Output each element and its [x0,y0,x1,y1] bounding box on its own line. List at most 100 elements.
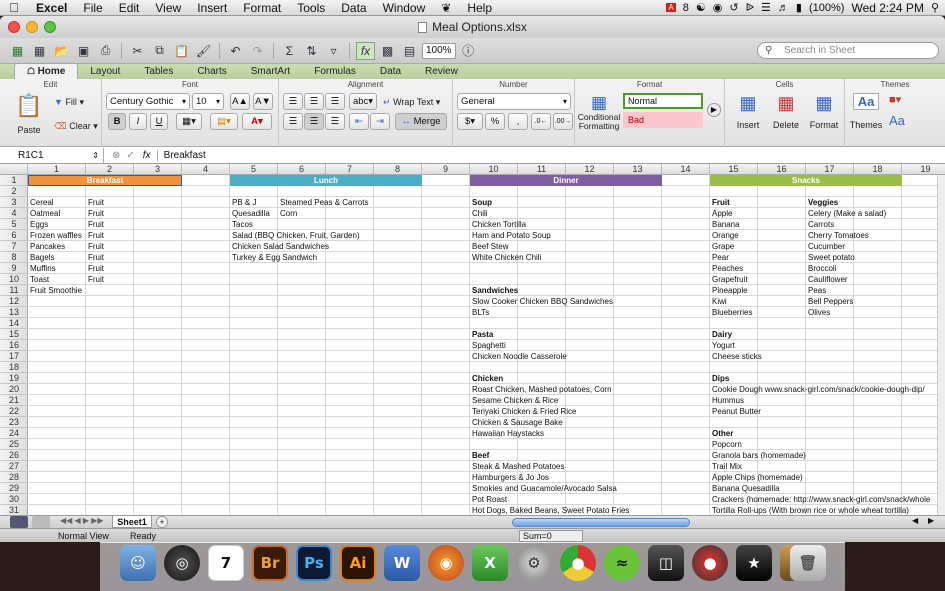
row-header[interactable]: 21 [0,395,28,406]
styles-next-icon[interactable]: ▶ [707,103,721,117]
copy-icon[interactable]: ⧉ [150,42,169,60]
gallery-icon[interactable]: ▩ [378,42,397,60]
snack-item[interactable]: Kiwi [710,296,727,307]
snack-item[interactable]: Banana [710,219,740,230]
illustrator-icon[interactable]: Ai [340,545,376,581]
column-header[interactable]: 3 [134,164,182,175]
breakfast-side[interactable]: Fruit [86,197,104,208]
dinner-item[interactable]: Chicken Noodle Casserole [470,351,567,362]
snack-category[interactable]: Dairy [710,329,732,340]
row-header[interactable]: 12 [0,296,28,307]
dinner-item[interactable]: Slow Cooker Chicken BBQ Sandwiches [470,296,613,307]
dinner-item[interactable]: Spaghetti [470,340,506,351]
dinner-item[interactable]: Chili [470,208,488,219]
snack-item[interactable]: Tortilla Roll-ups (With brown rice or wh… [710,505,909,515]
column-header[interactable]: 8 [374,164,422,175]
cancel-icon[interactable]: ⊗ [112,150,120,161]
fill-color-icon[interactable]: ▤▾ [210,113,238,130]
word-icon[interactable]: W [384,545,420,581]
search-in-sheet-input[interactable]: ⚲ Search in Sheet [757,42,939,59]
row-header[interactable]: 10 [0,274,28,285]
snack-item[interactable]: Hummus [710,395,744,406]
templates-icon[interactable]: ▦ [30,42,49,60]
menu-script-icon[interactable]: ❦ [433,0,459,16]
snack-item[interactable]: Cucumber [806,241,845,252]
spotify-icon[interactable]: ≈ [604,545,640,581]
menu-help[interactable]: Help [459,0,500,16]
dashboard-icon[interactable]: ◎ [164,545,200,581]
snack-item[interactable]: Cherry Tomatoes [806,230,869,241]
breakfast-item[interactable]: Muffins [28,263,56,274]
row-header[interactable]: 20 [0,384,28,395]
scrollbar-horizontal[interactable] [512,518,690,527]
breakfast-item[interactable]: Eggs [28,219,48,230]
style-bad[interactable]: Bad [623,112,703,128]
column-header[interactable]: 2 [86,164,134,175]
snack-item[interactable]: Celery (Make a salad) [806,208,886,219]
row-header[interactable]: 4 [0,208,28,219]
theme-colors-icon[interactable]: ■▾ [889,93,901,106]
dinner-item[interactable]: Hamburgers & Jo Jos [470,472,549,483]
volume-icon[interactable]: ♬ [778,2,789,14]
lunch-item[interactable]: Turkey & Egg Sandwich [230,252,317,263]
sync-icon[interactable]: ☯ [696,1,706,14]
lunch-item[interactable]: Salad (BBQ Chicken, Fruit, Garden) [230,230,360,241]
menu-file[interactable]: File [75,0,110,16]
align-top-icon[interactable]: ☰ [283,93,303,110]
snack-item[interactable]: Peas [806,285,826,296]
row-header[interactable]: 22 [0,406,28,417]
autosum-icon[interactable]: Σ [280,42,299,60]
photoshop-icon[interactable]: Ps [296,545,332,581]
align-middle-icon[interactable]: ☰ [304,93,324,110]
italic-button[interactable]: I [129,113,147,130]
scrollbar-vertical[interactable] [937,175,945,515]
align-bottom-icon[interactable]: ☰ [325,93,345,110]
dinner-item[interactable]: Smokies and Guacamole/Avocado Salsa [470,483,617,494]
breakfast-side[interactable]: Fruit [86,252,104,263]
breakfast-side[interactable]: Fruit [86,241,104,252]
snack-category[interactable]: Fruit [710,197,730,208]
zoom-select[interactable]: 100% [422,42,456,59]
breakfast-item[interactable]: Frozen waffles [28,230,82,241]
tab-formulas[interactable]: Formulas [302,65,368,79]
menu-data[interactable]: Data [333,0,374,16]
menu-edit[interactable]: Edit [111,0,148,16]
formula-input[interactable]: Breakfast [164,150,206,161]
menu-view[interactable]: View [147,0,189,16]
photo-booth-icon[interactable]: ● [692,545,728,581]
snack-item[interactable]: Cookie Dough www.snack-girl.com/snack/co… [710,384,925,395]
font-name-select[interactable]: Century Gothic ▾ [106,93,190,110]
row-header[interactable]: 5 [0,219,28,230]
breakfast-side[interactable]: Fruit [86,208,104,219]
dinner-item[interactable]: Sesame Chicken & Rice [470,395,558,406]
conditional-formatting-button[interactable]: ▦ Conditional Formatting [577,93,621,131]
row-header[interactable]: 8 [0,252,28,263]
lunch-side[interactable]: Corn [278,208,297,219]
row-header[interactable]: 13 [0,307,28,318]
name-box[interactable]: R1C1 ⇕ [0,147,104,163]
clear-button[interactable]: ⌫ Clear ▾ [54,121,98,131]
dinner-category[interactable]: Chicken [470,373,503,384]
snack-item[interactable]: Apple Chips (homemade) [710,472,803,483]
dinner-category[interactable]: Pasta [470,329,493,340]
menu-tools[interactable]: Tools [289,0,333,16]
underline-button[interactable]: U [150,113,168,130]
increase-decimal-icon[interactable]: .0← [531,113,551,130]
menu-insert[interactable]: Insert [189,0,235,16]
breakfast-item[interactable]: Cereal [28,197,54,208]
column-header[interactable]: 12 [566,164,614,175]
row-header[interactable]: 23 [0,417,28,428]
wifi-icon[interactable]: ☰ [761,1,771,14]
snack-category[interactable]: Other [710,428,733,439]
sheet-nav-arrows[interactable]: ◀◀ ◀ ▶ ▶▶ [60,516,104,525]
column-header[interactable]: 9 [422,164,470,175]
finder-icon[interactable]: ☺ [120,545,156,581]
breakfast-side[interactable]: Fruit [86,263,104,274]
system-preferences-icon[interactable]: ⚙ [516,545,552,581]
snack-item[interactable]: Grapefruit [710,274,748,285]
row-header[interactable]: 28 [0,472,28,483]
formula-builder-icon[interactable]: fx [356,41,375,60]
column-header[interactable]: 10 [470,164,518,175]
band-lunch[interactable]: Lunch [230,175,422,186]
battery-percent[interactable]: (100%) [809,2,844,14]
